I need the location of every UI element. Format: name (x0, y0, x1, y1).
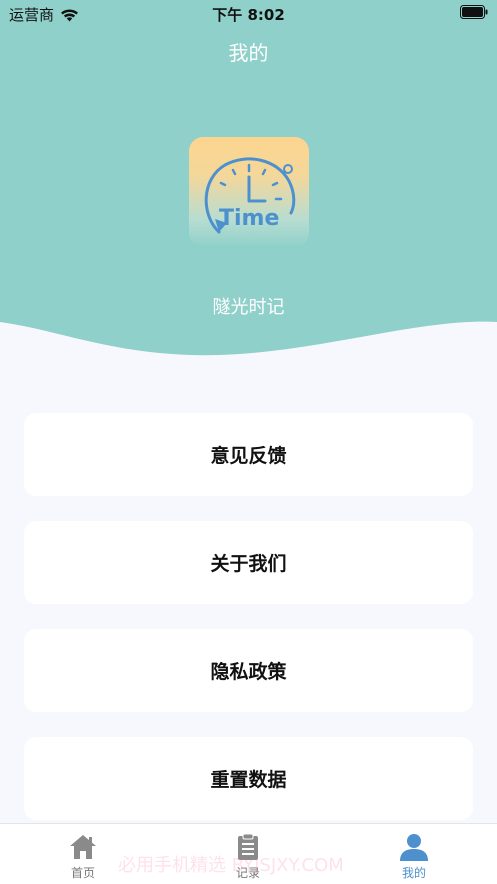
logo-text: Time (219, 206, 279, 231)
menu-item-label: 意见反馈 (210, 445, 287, 467)
bottom-tab-bar: 首页 记录 我的 (0, 823, 497, 884)
page-title: 我的 (228, 41, 269, 65)
about-us-button[interactable]: 关于我们 (24, 521, 473, 604)
header: 运营商 下午 8:02 我的 Time 隧光时记 (0, 0, 497, 370)
reset-data-button[interactable]: 重置数据 (24, 737, 473, 820)
tab-record[interactable]: 记录 (208, 832, 288, 881)
tab-mine-label: 我的 (401, 866, 426, 880)
status-time: 下午 8:02 (212, 6, 285, 24)
user-icon (400, 834, 428, 861)
clock-logo-icon: Time (204, 157, 296, 234)
settings-menu: 意见反馈 关于我们 隐私政策 重置数据 (24, 413, 473, 845)
status-bar: 运营商 下午 8:02 (0, 0, 497, 26)
tab-home-label: 首页 (70, 866, 95, 880)
battery-icon (460, 5, 488, 19)
feedback-button[interactable]: 意见反馈 (24, 413, 473, 496)
menu-item-label: 关于我们 (210, 553, 287, 575)
home-icon (70, 835, 96, 859)
app-logo: Time (189, 137, 309, 247)
tab-mine[interactable]: 我的 (374, 832, 454, 881)
app-name: 隧光时记 (212, 297, 285, 318)
tab-record-label: 记录 (235, 866, 260, 880)
privacy-policy-button[interactable]: 隐私政策 (24, 629, 473, 712)
menu-item-label: 隐私政策 (210, 661, 287, 683)
menu-item-label: 重置数据 (210, 769, 287, 791)
clipboard-icon (238, 833, 258, 860)
tab-home[interactable]: 首页 (43, 832, 123, 881)
